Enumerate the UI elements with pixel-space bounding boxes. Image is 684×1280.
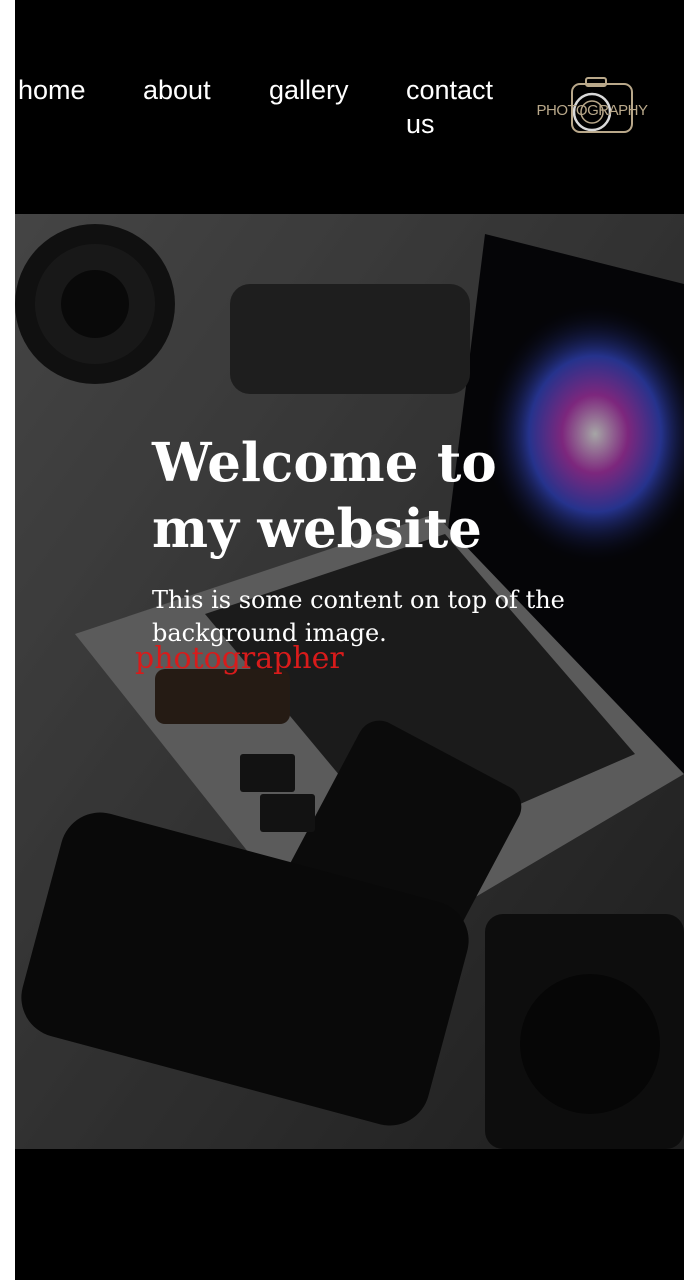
nav-home-link[interactable]: home: [18, 73, 86, 107]
site-logo[interactable]: PHOTOGRAPHY: [528, 74, 656, 140]
nav-about-link[interactable]: about: [143, 73, 211, 107]
nav-gallery-link[interactable]: gallery: [269, 73, 349, 107]
left-gutter: [0, 0, 15, 1280]
hero-title: Welcome to my website: [152, 431, 497, 560]
logo-text: PHOTOGRAPHY: [536, 102, 648, 119]
photography-gear-desk-image: [15, 214, 684, 1149]
nav-contact-link[interactable]: contact us: [406, 73, 516, 141]
hero-role-label: photographer: [135, 641, 344, 676]
hero-section: Welcome to my website This is some conte…: [15, 214, 684, 1149]
